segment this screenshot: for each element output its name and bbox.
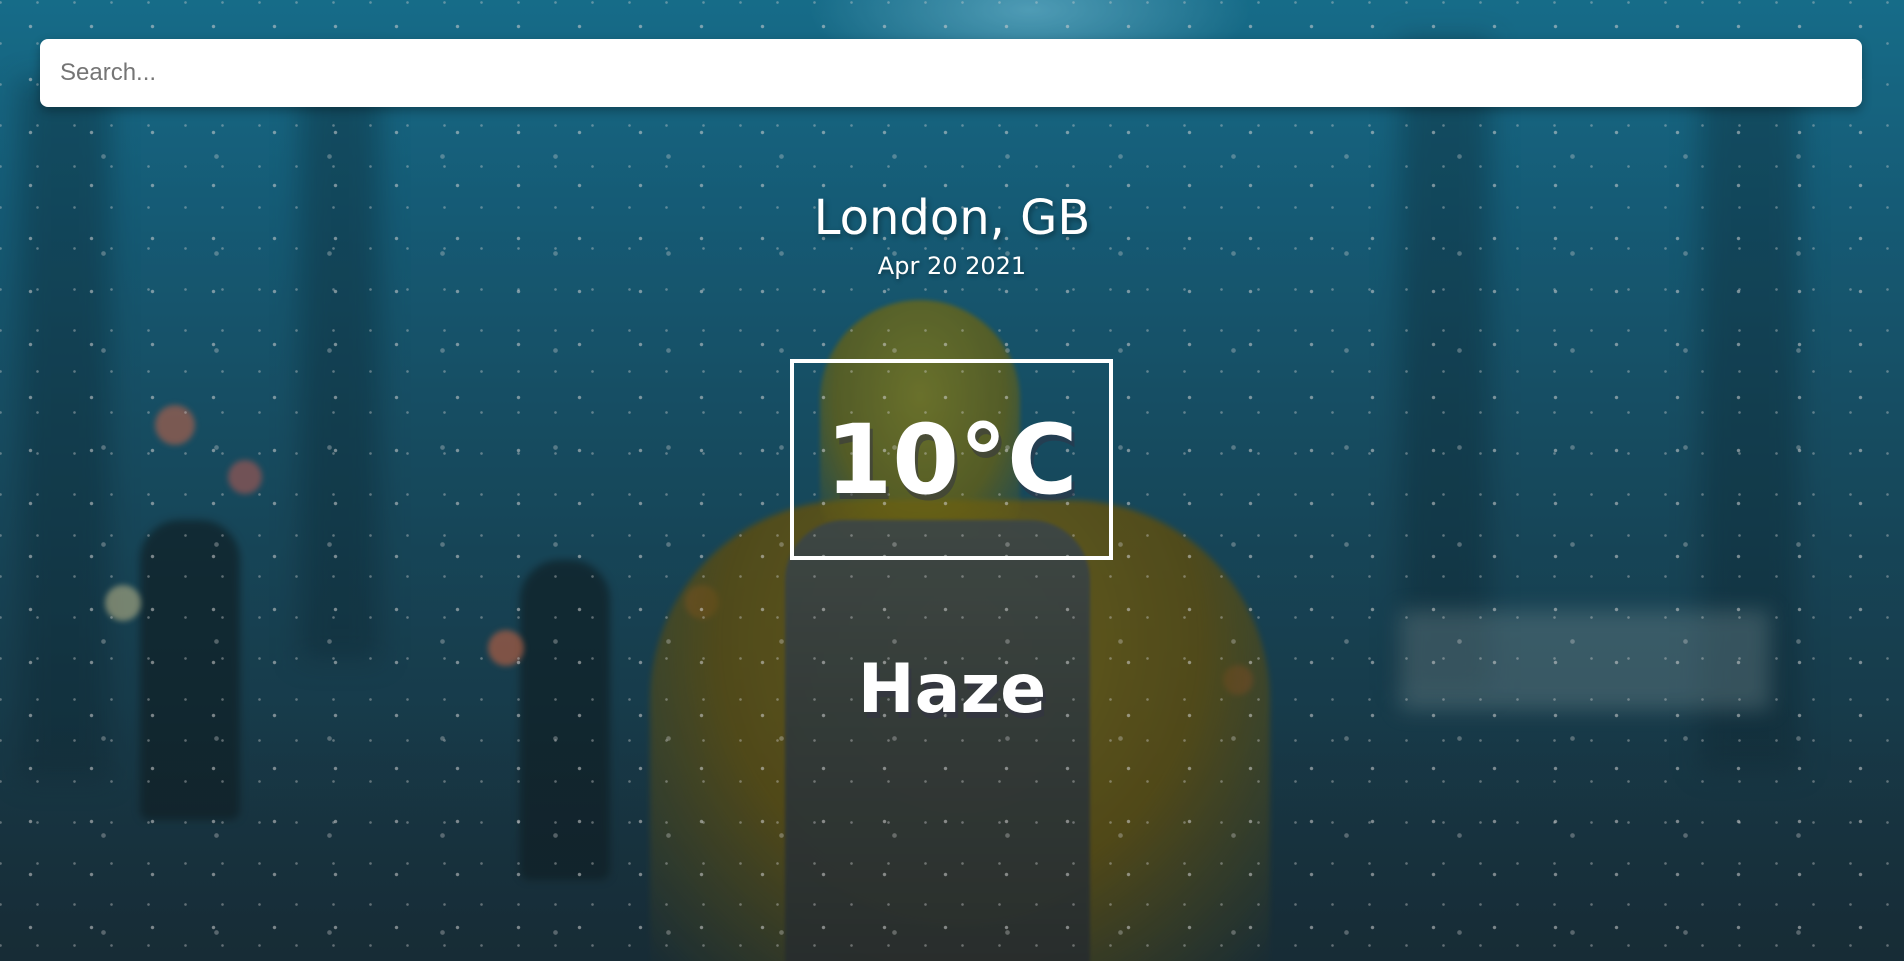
weather-condition: Haze xyxy=(857,650,1047,729)
location-name: London, GB xyxy=(813,190,1091,246)
search-input[interactable] xyxy=(40,39,1862,107)
weather-app: London, GB Apr 20 2021 10°C Haze xyxy=(0,0,1904,961)
current-date: Apr 20 2021 xyxy=(877,252,1027,280)
temperature-value: 10°C xyxy=(825,403,1078,516)
temperature-box: 10°C xyxy=(790,359,1113,560)
